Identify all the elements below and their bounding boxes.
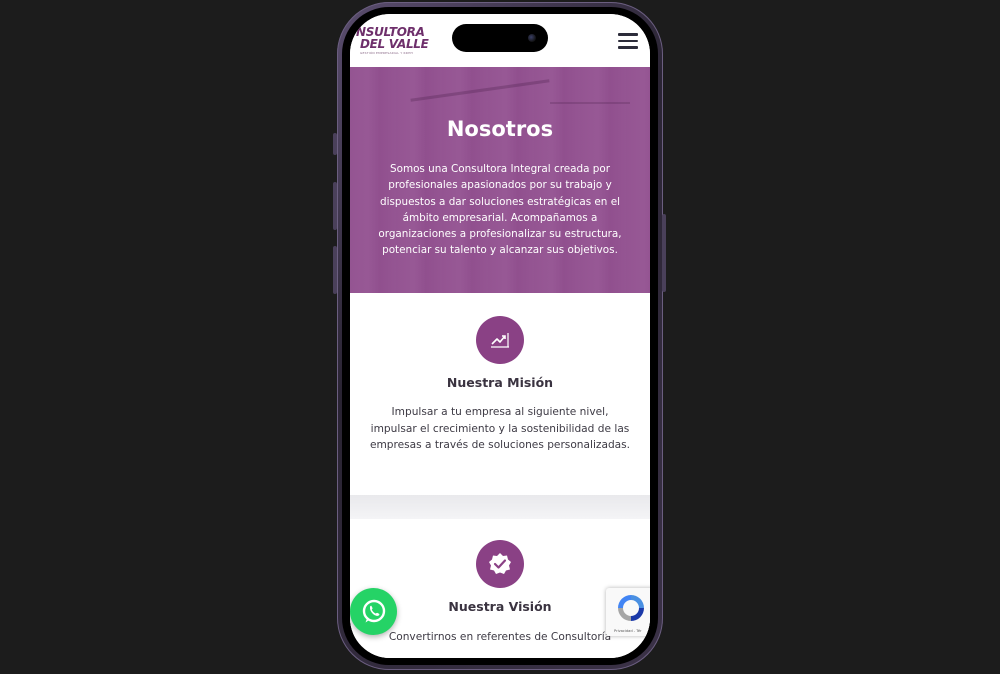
vision-card: Nuestra Visión Convertirnos en referente… bbox=[350, 519, 650, 658]
logo-tagline: GESTIÓN EMPRESARIAL Y RRHH bbox=[360, 51, 413, 55]
section-divider bbox=[350, 495, 650, 519]
whatsapp-button[interactable] bbox=[350, 588, 397, 635]
hero-background-detail bbox=[550, 102, 630, 104]
mission-title: Nuestra Misión bbox=[446, 375, 554, 390]
dynamic-island bbox=[452, 24, 548, 52]
hero-title: Nosotros bbox=[446, 117, 554, 141]
recaptcha-icon bbox=[618, 595, 644, 621]
vision-text: Convertirnos en referentes de Consultorí… bbox=[388, 631, 612, 643]
power-button bbox=[662, 214, 666, 292]
hero-background-detail bbox=[410, 79, 550, 102]
mission-card: Nuestra Misión Impulsar a tu empresa al … bbox=[350, 293, 650, 495]
hero-section: Nosotros Somos una Consultora Integral c… bbox=[350, 67, 650, 293]
mute-switch bbox=[333, 133, 337, 155]
logo[interactable]: NSULTORA DEL VALLE GESTIÓN EMPRESARIAL Y… bbox=[356, 26, 429, 55]
whatsapp-icon bbox=[362, 599, 385, 622]
chart-trend-icon bbox=[476, 316, 524, 364]
volume-down-button bbox=[333, 246, 337, 294]
volume-up-button bbox=[333, 182, 337, 230]
check-badge-icon bbox=[476, 540, 524, 588]
mission-text: Impulsar a tu empresa al siguiente nivel… bbox=[369, 406, 631, 452]
recaptcha-badge[interactable]: Privacidad - Tér bbox=[606, 588, 650, 636]
hamburger-menu-icon[interactable] bbox=[618, 33, 638, 49]
phone-screen: NSULTORA DEL VALLE GESTIÓN EMPRESARIAL Y… bbox=[350, 14, 650, 658]
logo-line2: DEL VALLE bbox=[360, 37, 429, 51]
camera-icon bbox=[528, 34, 536, 42]
hero-description: Somos una Consultora Integral creada por… bbox=[378, 163, 622, 257]
recaptcha-privacy-text[interactable]: Privacidad - Tér bbox=[614, 629, 642, 633]
